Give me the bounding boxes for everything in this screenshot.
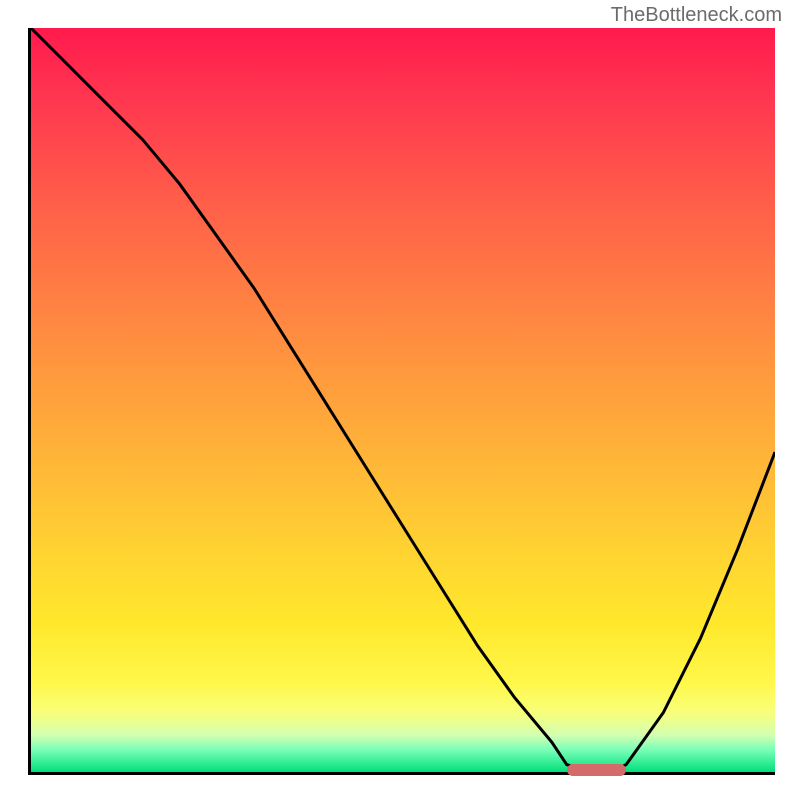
plot-area bbox=[28, 28, 775, 775]
chart-container: TheBottleneck.com bbox=[0, 0, 800, 800]
bottleneck-curve bbox=[31, 28, 775, 772]
watermark-text: TheBottleneck.com bbox=[611, 4, 782, 27]
optimal-range-marker bbox=[567, 764, 627, 776]
curve-path bbox=[31, 28, 775, 772]
